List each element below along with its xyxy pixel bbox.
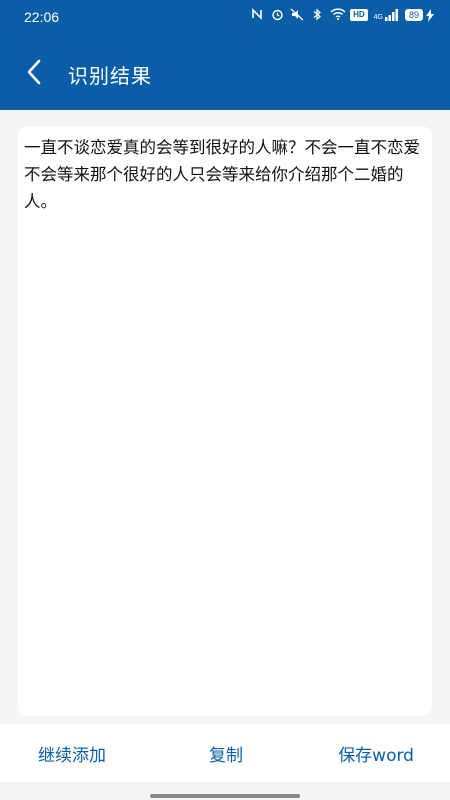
wifi-icon bbox=[330, 8, 346, 22]
signal-label: 4G bbox=[373, 14, 383, 21]
battery-level: 89 bbox=[404, 9, 423, 21]
battery-icon: 89 bbox=[404, 8, 434, 22]
continue-add-button[interactable]: 继续添加 bbox=[0, 741, 163, 766]
status-bar: 22:06 HD 4G 89 bbox=[0, 0, 450, 36]
mute-icon bbox=[290, 8, 304, 22]
nfc-icon bbox=[250, 8, 264, 22]
bluetooth-icon bbox=[310, 8, 324, 22]
back-button[interactable] bbox=[18, 56, 50, 88]
charging-icon bbox=[426, 8, 434, 22]
copy-button[interactable]: 复制 bbox=[163, 741, 288, 766]
result-card: 一直不谈恋爱真的会等到很好的人嘛？不会一直不恋爱不会等来那个很好的人只会等来给你… bbox=[18, 126, 432, 716]
alarm-icon bbox=[270, 8, 284, 22]
hd-icon: HD bbox=[350, 9, 368, 21]
home-indicator[interactable] bbox=[150, 794, 300, 798]
recognized-text-area[interactable]: 一直不谈恋爱真的会等到很好的人嘛？不会一直不恋爱不会等来那个很好的人只会等来给你… bbox=[24, 134, 426, 706]
signal-icon: 4G bbox=[374, 9, 399, 21]
status-time: 22:06 bbox=[24, 9, 60, 25]
save-word-button[interactable]: 保存word bbox=[289, 741, 450, 766]
app-bar: 识别结果 bbox=[0, 36, 450, 110]
page-title: 识别结果 bbox=[68, 64, 152, 88]
status-icons: HD 4G 89 bbox=[250, 8, 434, 22]
bottom-action-bar: 继续添加 复制 保存word bbox=[0, 724, 450, 782]
chevron-left-icon bbox=[27, 59, 41, 85]
